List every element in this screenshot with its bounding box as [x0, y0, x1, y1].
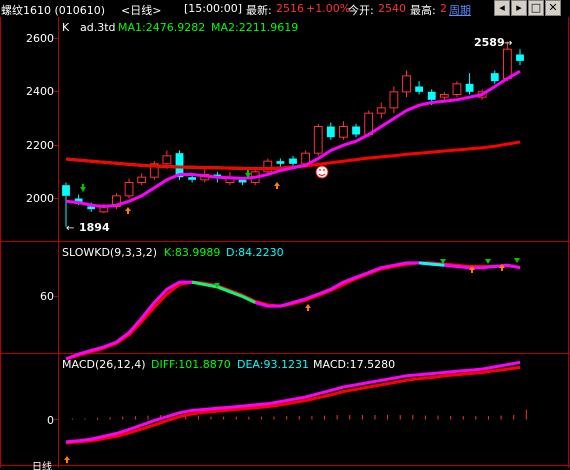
- candle-body: [124, 182, 134, 197]
- smiley-icon: [315, 165, 329, 179]
- high-marker-arrow-icon: →: [504, 38, 512, 49]
- candle-body: [402, 75, 411, 93]
- moving-average-lines: [65, 69, 521, 208]
- candle-body: [389, 91, 399, 109]
- kd-lines: [65, 261, 521, 361]
- dea-value-label: DEA:93.1231: [237, 358, 309, 371]
- candle-body: [339, 126, 348, 138]
- candle-body: [465, 83, 474, 92]
- main-indicator-name: ad.3td: [80, 21, 116, 34]
- candle-body: [62, 185, 70, 196]
- kd-k-line: [65, 261, 521, 361]
- high-marker: 2589: [474, 36, 505, 49]
- buy-arrow-icon: [274, 182, 280, 189]
- candle-body: [427, 91, 436, 100]
- ma1-line: [65, 69, 521, 208]
- main-ytick-marks: [54, 38, 58, 199]
- main-y-axis: 2600 2400 2200 2000: [26, 32, 54, 205]
- sell-arrow-icon: [514, 258, 520, 263]
- low-marker: 1894: [79, 221, 110, 234]
- ma2-label: MA2:2211.9619: [211, 21, 298, 34]
- kd-d-line: [65, 261, 521, 361]
- kline-chart[interactable]: K ad.3td MA1:2476.9282 MA2:2211.9619 260…: [0, 0, 570, 470]
- candle-body: [502, 48, 512, 80]
- sell-arrow-icon: [80, 184, 86, 192]
- diff-value-label: DIFF:101.8870: [151, 358, 231, 371]
- buy-arrow-icon: [64, 456, 70, 463]
- candle-body: [289, 158, 297, 164]
- dea-line: [65, 365, 521, 445]
- macd-panel-title: MACD(26,12,4): [62, 358, 146, 371]
- d-value-label: D:84.2230: [226, 246, 284, 259]
- candle-body: [238, 179, 247, 183]
- kd-flat-segment: [191, 280, 256, 304]
- bottom-period-label: 日线: [32, 460, 52, 470]
- main-panel-title: K: [62, 21, 70, 34]
- main-ytick: 2000: [26, 192, 54, 205]
- candle-body: [137, 176, 147, 184]
- macd-ytick: 0: [47, 414, 54, 427]
- candle-body: [439, 94, 449, 98]
- candle-body: [313, 126, 323, 154]
- candle-body: [415, 86, 424, 92]
- candle-body: [516, 54, 524, 61]
- candle-body: [276, 161, 285, 164]
- candle-body: [162, 155, 172, 165]
- macd-lines: [65, 360, 521, 445]
- main-ytick: 2400: [26, 85, 54, 98]
- candle-body: [188, 177, 197, 180]
- k-value-label: K:83.9989: [164, 246, 220, 259]
- candle-body: [352, 126, 360, 135]
- low-marker-arrow-icon: ←: [66, 223, 74, 234]
- kd-panel-title: SLOWKD(9,3,3,2): [62, 246, 157, 259]
- sell-arrow-icon: [485, 259, 491, 264]
- kd-ytick: 60: [40, 290, 54, 303]
- macd-histogram: [71, 409, 527, 420]
- main-ytick: 2200: [26, 139, 54, 152]
- main-ytick: 2600: [26, 32, 54, 45]
- buy-arrow-icon: [305, 304, 311, 311]
- buy-arrow-icon: [125, 207, 131, 214]
- candle-body: [376, 107, 386, 114]
- candle-body: [326, 126, 335, 138]
- ma1-label: MA1:2476.9282: [118, 21, 205, 34]
- candle-body: [452, 83, 462, 96]
- macd-value-label: MACD:17.5280: [313, 358, 395, 371]
- candle-body: [263, 160, 273, 173]
- candle-body: [490, 73, 499, 82]
